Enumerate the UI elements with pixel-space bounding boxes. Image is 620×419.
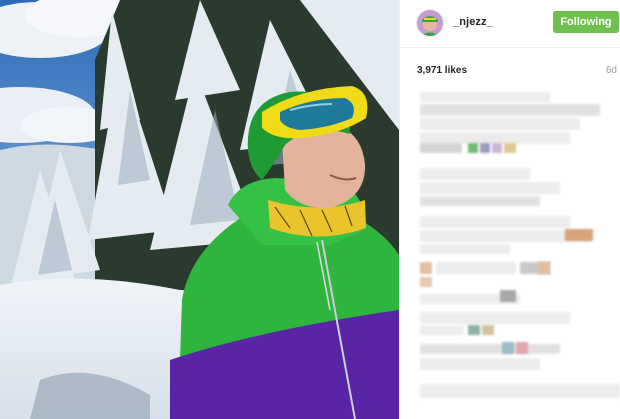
comment-blur <box>420 384 620 398</box>
emoji-blur <box>504 143 516 153</box>
comment-blur <box>420 118 580 130</box>
emoji-blur <box>538 262 550 274</box>
emoji-blur <box>492 143 502 153</box>
avatar[interactable] <box>417 10 443 36</box>
emoji-blur <box>420 277 432 287</box>
emoji-blur <box>468 143 478 153</box>
comment-blur <box>420 244 510 254</box>
comment-blur <box>420 312 570 324</box>
emoji-blur <box>502 342 514 354</box>
emoji-blur <box>516 342 528 354</box>
comment-blur <box>420 143 462 153</box>
comment-blur <box>420 92 550 102</box>
emoji-blur <box>468 325 480 335</box>
photo-illustration <box>0 0 399 419</box>
post-header: _njezz_ Following <box>400 0 620 48</box>
username-link[interactable]: _njezz_ <box>453 16 493 28</box>
emoji-blur <box>500 290 516 302</box>
post-time[interactable]: 6d <box>606 65 617 76</box>
comment-blur <box>436 262 516 274</box>
following-button[interactable]: Following <box>553 11 619 33</box>
comment-blur <box>420 182 560 194</box>
post-photo[interactable] <box>0 0 399 419</box>
comment-blur <box>420 344 560 354</box>
comment-blur <box>420 358 540 370</box>
post-side-panel: _njezz_ Following 3,971 likes 6d <box>399 0 620 419</box>
emoji-blur <box>565 229 593 241</box>
comment-blur <box>420 196 540 206</box>
emoji-blur <box>482 325 494 335</box>
emoji-blur <box>420 262 432 274</box>
comment-blur <box>420 325 464 335</box>
comment-blur <box>420 168 530 180</box>
avatar-image <box>417 10 443 36</box>
comment-blur <box>420 216 570 228</box>
likes-count[interactable]: 3,971 likes <box>417 65 467 76</box>
comment-blur <box>420 104 600 116</box>
emoji-blur <box>480 143 490 153</box>
